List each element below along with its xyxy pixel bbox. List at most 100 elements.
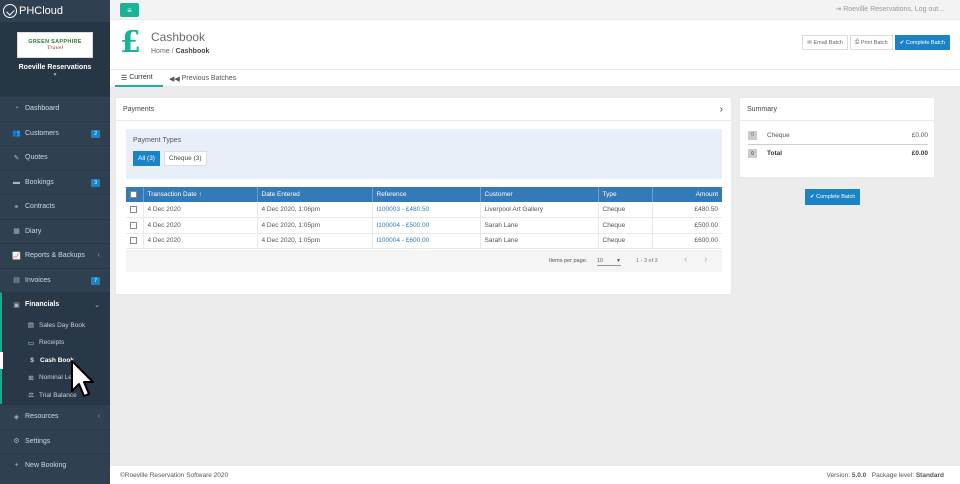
- col-transaction-date[interactable]: Transaction Date ↑: [143, 187, 258, 202]
- footer: ©Roeville Reservation Software 2020 Vers…: [110, 465, 960, 484]
- cogs-icon: ⚙: [13, 438, 20, 446]
- nav-bookings[interactable]: ▬ Bookings 3: [0, 169, 110, 195]
- summary-heading: Summary: [740, 98, 934, 121]
- cell-customer: Liverpool Art Gallery: [480, 202, 599, 218]
- table-header-row: Transaction Date ↑ Date Entered Referenc…: [126, 187, 722, 202]
- reference-link[interactable]: I100004 - £500.00: [377, 222, 430, 229]
- nav-quotes[interactable]: ✎ Quotes: [0, 145, 110, 170]
- nav-settings[interactable]: ⚙ Settings: [0, 428, 110, 454]
- menu-toggle-button[interactable]: ≡: [120, 3, 139, 17]
- nav-customers[interactable]: 👥 Customers 2: [0, 120, 110, 146]
- caret-down-icon[interactable]: ▼: [0, 72, 110, 78]
- nav-financials[interactable]: ▣ Financials ⌄: [0, 292, 110, 317]
- row-select-cell: [126, 217, 144, 234]
- col-type[interactable]: Type: [598, 187, 653, 202]
- cell-reference: I100003 - £480.50: [372, 202, 481, 218]
- logout-link[interactable]: ⇥ Roeville Reservations, Log out...: [835, 5, 944, 13]
- cell-type: Cheque: [598, 217, 653, 234]
- tab-current[interactable]: ☰ Current: [115, 70, 163, 87]
- prev-page-icon[interactable]: ‹: [684, 254, 687, 265]
- row-checkbox[interactable]: [130, 237, 137, 245]
- items-per-page-label: Items per page:: [549, 258, 588, 264]
- summary-row-total: 0 Total £0.00: [748, 144, 928, 162]
- cell-type: Cheque: [598, 233, 653, 249]
- invoices-badge: 7: [91, 276, 100, 285]
- print-batch-button[interactable]: ⎙ Print Batch: [849, 35, 893, 50]
- tab-previous-batches[interactable]: ◀◀ Previous Batches: [169, 70, 236, 87]
- cell-transaction-date: 4 Dec 2020: [143, 202, 258, 218]
- chevron-down-icon: ⌄: [94, 301, 100, 309]
- summary-label: Total: [767, 150, 783, 157]
- cloud-check-icon: [3, 4, 17, 18]
- breadcrumb-current: Cashbook: [175, 48, 210, 55]
- row-checkbox[interactable]: [130, 205, 137, 213]
- table-row: 4 Dec 2020 4 Dec 2020, 1:05pm I100004 - …: [126, 233, 722, 249]
- row-checkbox[interactable]: [130, 221, 137, 229]
- breadcrumb-separator: /: [171, 48, 174, 55]
- cell-transaction-date: 4 Dec 2020: [143, 217, 258, 234]
- email-batch-button[interactable]: ✉ Email Batch: [802, 35, 848, 50]
- chevron-left-icon: ‹: [97, 252, 100, 260]
- summary-label: Cheque: [767, 131, 790, 139]
- cell-date-entered: 4 Dec 2020, 1:06pm: [257, 202, 373, 218]
- users-icon: 👥: [12, 130, 21, 138]
- backward-icon: ◀◀: [169, 75, 182, 83]
- book-icon: ▬: [13, 178, 20, 186]
- table-row: 4 Dec 2020 4 Dec 2020, 1:06pm I100003 - …: [126, 202, 722, 218]
- chevron-right-icon[interactable]: ›: [720, 104, 723, 115]
- breadcrumb-home[interactable]: Home: [151, 48, 170, 55]
- row-select-cell: [126, 202, 144, 218]
- cell-type: Cheque: [598, 202, 653, 218]
- table-row: 4 Dec 2020 4 Dec 2020, 1:05pm I100004 - …: [126, 217, 722, 234]
- cell-amount: £500.00: [652, 217, 722, 234]
- cell-date-entered: 4 Dec 2020, 1:05pm: [257, 217, 373, 234]
- nav-new-booking[interactable]: + New Booking: [0, 453, 110, 478]
- col-amount[interactable]: Amount: [652, 187, 722, 202]
- nav-contracts[interactable]: ⚭ Contracts: [0, 194, 110, 219]
- nav-invoices[interactable]: ▤ Invoices 7: [0, 267, 110, 293]
- sub-sales-day-book[interactable]: ▤ Sales Day Book: [2, 317, 110, 335]
- select-all-header: [126, 187, 144, 202]
- calendar-icon: ▦: [13, 228, 20, 236]
- pencil-icon: ✎: [13, 154, 20, 162]
- page-range: 1 - 3 of 3: [636, 258, 658, 264]
- page-header: £ Cashbook Home / Cashbook ✉ Email Batch…: [110, 20, 960, 70]
- items-per-page-select[interactable]: 10 ▼: [597, 255, 621, 266]
- app-logo[interactable]: PHCloud: [0, 0, 110, 22]
- summary-value: £0.00: [911, 150, 928, 157]
- table-paginator: Items per page: 10 ▼ 1 - 3 of 3 ‹ ›: [126, 250, 722, 272]
- mouse-cursor-icon: [71, 360, 94, 397]
- cell-date-entered: 4 Dec 2020, 1:05pm: [257, 233, 373, 249]
- plus-icon: +: [14, 462, 19, 470]
- reference-link[interactable]: I100004 - £600.00: [377, 237, 430, 244]
- row-select-cell: [126, 233, 144, 249]
- chart-icon: 📈: [12, 252, 21, 260]
- copyright: ©Roeville Reservation Software 2020: [120, 472, 229, 479]
- filter-all-button[interactable]: All (3): [133, 151, 160, 166]
- profile-name[interactable]: Roeville Reservations: [0, 64, 110, 71]
- summary-count: 0: [748, 130, 757, 140]
- col-reference[interactable]: Reference: [372, 187, 481, 202]
- next-page-icon[interactable]: ›: [704, 254, 707, 265]
- bookings-badge: 3: [91, 178, 100, 187]
- nav-dashboard[interactable]: ◔ Dashboard: [0, 96, 110, 121]
- filter-cheque-button[interactable]: Cheque (3): [164, 151, 207, 166]
- cell-amount: £480.50: [652, 202, 722, 218]
- select-all-checkbox[interactable]: [130, 190, 137, 198]
- nav-resources[interactable]: ◈ Resources ‹: [0, 404, 110, 429]
- complete-batch-button[interactable]: ✔ Complete Batch: [894, 35, 950, 50]
- payments-table: Transaction Date ↑ Date Entered Referenc…: [126, 187, 722, 249]
- col-customer[interactable]: Customer: [480, 187, 599, 202]
- nav-diary[interactable]: ▦ Diary: [0, 218, 110, 244]
- summary-panel: Summary 0 Cheque £0.00 0 Total £0.00: [739, 97, 935, 178]
- col-date-entered[interactable]: Date Entered: [257, 187, 373, 202]
- reference-link[interactable]: I100003 - £480.50: [377, 206, 430, 213]
- nav-reports[interactable]: 📈 Reports & Backups ‹: [0, 243, 110, 268]
- cell-reference: I100004 - £600.00: [372, 233, 481, 249]
- breadcrumb: Home / Cashbook: [151, 48, 209, 55]
- version-info: Version: 5.0.0 Package level: Standard: [826, 472, 944, 479]
- summary-complete-batch-button[interactable]: ✔ Complete Batch: [805, 189, 861, 205]
- sub-receipts[interactable]: ▭ Receipts: [2, 334, 110, 352]
- list-icon: ▤: [27, 322, 35, 330]
- dollar-icon: $: [30, 356, 34, 364]
